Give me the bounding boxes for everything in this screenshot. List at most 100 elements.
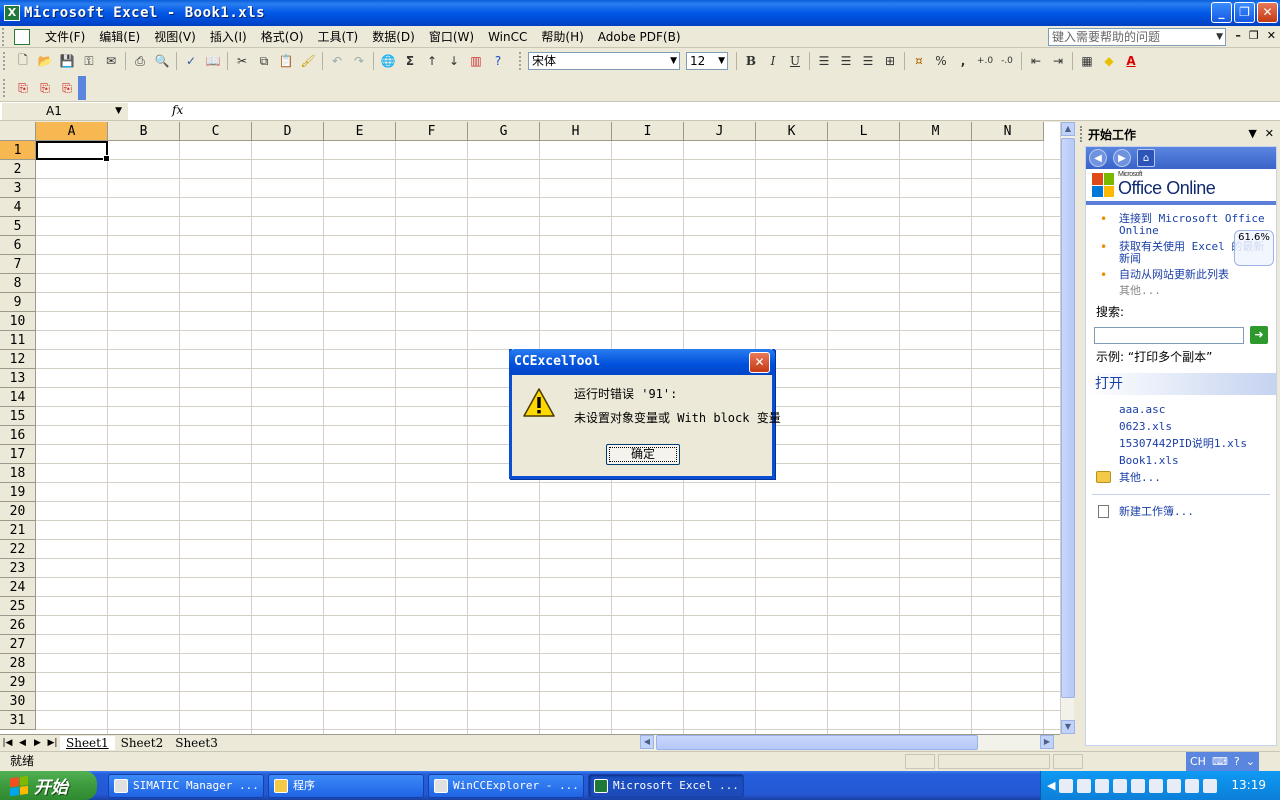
chevron-down-icon[interactable]: ▼: [1216, 29, 1223, 45]
row-header-31[interactable]: 31: [0, 711, 36, 730]
menu-format[interactable]: 格式(O): [254, 28, 311, 45]
horizontal-scroll-thumb[interactable]: [656, 735, 978, 750]
open-more-link[interactable]: 其他...: [1086, 469, 1276, 486]
row-header-22[interactable]: 22: [0, 540, 36, 559]
decrease-decimal-icon[interactable]: -.0: [996, 50, 1018, 72]
prev-sheet-icon[interactable]: ◀: [15, 738, 30, 748]
new-workbook-link[interactable]: 新建工作簿...: [1086, 503, 1276, 520]
menu-file[interactable]: 文件(F): [38, 28, 92, 45]
recent-file-1[interactable]: aaa.asc: [1086, 401, 1276, 418]
forward-icon[interactable]: ▶: [1113, 149, 1131, 167]
link-more[interactable]: 其他...: [1086, 285, 1276, 297]
name-box[interactable]: A1 ▼: [2, 103, 128, 120]
column-header-d[interactable]: D: [252, 122, 324, 141]
dialog-close-button[interactable]: ✕: [749, 352, 770, 373]
print-icon[interactable]: ⎙: [129, 50, 151, 72]
row-header-26[interactable]: 26: [0, 616, 36, 635]
row-header-29[interactable]: 29: [0, 673, 36, 692]
sheet-tab-3[interactable]: Sheet3: [169, 736, 224, 750]
start-button[interactable]: 开始: [0, 771, 97, 800]
clock[interactable]: 13:19: [1231, 778, 1266, 792]
row-header-2[interactable]: 2: [0, 160, 36, 179]
security-icon[interactable]: [1095, 778, 1110, 793]
row-header-25[interactable]: 25: [0, 597, 36, 616]
email-icon[interactable]: ✉: [100, 50, 122, 72]
doc-close-button[interactable]: ✕: [1267, 29, 1276, 42]
select-all-corner[interactable]: [0, 122, 36, 141]
percent-button[interactable]: %: [930, 50, 952, 72]
increase-indent-icon[interactable]: ⇥: [1047, 50, 1069, 72]
chevron-down-icon[interactable]: ▼: [670, 53, 677, 69]
hyperlink-icon[interactable]: 🌐: [377, 50, 399, 72]
fill-color-icon[interactable]: ◆: [1098, 50, 1120, 72]
cut-icon[interactable]: ✂: [231, 50, 253, 72]
back-icon[interactable]: ◀: [1089, 149, 1107, 167]
vertical-scroll-thumb[interactable]: [1061, 138, 1075, 698]
row-header-21[interactable]: 21: [0, 521, 36, 540]
column-header-f[interactable]: F: [396, 122, 468, 141]
recent-file-2[interactable]: 0623.xls: [1086, 418, 1276, 435]
comma-button[interactable]: ,: [952, 50, 974, 72]
borders-icon[interactable]: ▦: [1076, 50, 1098, 72]
row-header-5[interactable]: 5: [0, 217, 36, 236]
format-painter-icon[interactable]: 🖌: [297, 50, 319, 72]
row-header-20[interactable]: 20: [0, 502, 36, 521]
paste-icon[interactable]: 📋: [275, 50, 297, 72]
help-question-input[interactable]: 键入需要帮助的问题 ▼: [1048, 28, 1226, 46]
row-header-9[interactable]: 9: [0, 293, 36, 312]
row-header-7[interactable]: 7: [0, 255, 36, 274]
chart-wizard-icon[interactable]: ▥: [465, 50, 487, 72]
insert-function-icon[interactable]: fx: [172, 103, 183, 117]
title-bar[interactable]: X Microsoft Excel - Book1.xls _ ❐ ✕: [0, 0, 1280, 26]
row-header-6[interactable]: 6: [0, 236, 36, 255]
task-pane-grip[interactable]: [1080, 126, 1083, 142]
bold-button[interactable]: B: [740, 50, 762, 72]
scroll-down-icon[interactable]: ▼: [1061, 720, 1075, 734]
toolbar-grip[interactable]: [3, 52, 9, 70]
tray-app-icon[interactable]: [1185, 778, 1200, 793]
task-programs[interactable]: 程序: [268, 774, 424, 798]
row-header-14[interactable]: 14: [0, 388, 36, 407]
tray-app-icon[interactable]: [1131, 778, 1146, 793]
menu-edit[interactable]: 编辑(E): [92, 28, 147, 45]
search-go-icon[interactable]: ➜: [1250, 326, 1268, 344]
menu-help[interactable]: 帮助(H): [534, 28, 590, 45]
align-left-icon[interactable]: ☰: [813, 50, 835, 72]
row-header-23[interactable]: 23: [0, 559, 36, 578]
toolbar-options-icon[interactable]: [78, 76, 86, 100]
column-header-i[interactable]: I: [612, 122, 684, 141]
column-header-e[interactable]: E: [324, 122, 396, 141]
sort-descending-icon[interactable]: ↓: [443, 50, 465, 72]
column-header-g[interactable]: G: [468, 122, 540, 141]
undo-icon[interactable]: ↶: [326, 50, 348, 72]
spelling-icon[interactable]: ✓: [180, 50, 202, 72]
menu-grip[interactable]: [2, 27, 14, 46]
column-header-c[interactable]: C: [180, 122, 252, 141]
merge-center-icon[interactable]: ⊞: [879, 50, 901, 72]
currency-icon[interactable]: ¤: [908, 50, 930, 72]
row-header-18[interactable]: 18: [0, 464, 36, 483]
row-header-28[interactable]: 28: [0, 654, 36, 673]
dialog-title[interactable]: CCExcelTool: [509, 349, 775, 375]
row-header-4[interactable]: 4: [0, 198, 36, 217]
copy-icon[interactable]: ⧉: [253, 50, 275, 72]
decrease-indent-icon[interactable]: ⇤: [1025, 50, 1047, 72]
font-name-select[interactable]: 宋体 ▼: [528, 52, 680, 70]
menu-tools[interactable]: 工具(T): [311, 28, 366, 45]
sheet-tab-1[interactable]: Sheet1: [60, 736, 115, 750]
active-cell-a1[interactable]: [36, 141, 110, 162]
tray-expand-icon[interactable]: ◀: [1047, 779, 1055, 792]
column-header-h[interactable]: H: [540, 122, 612, 141]
increase-decimal-icon[interactable]: +.0: [974, 50, 996, 72]
italic-button[interactable]: I: [762, 50, 784, 72]
menu-view[interactable]: 视图(V): [147, 28, 203, 45]
toolbar-grip[interactable]: [519, 52, 525, 70]
column-header-a[interactable]: A: [36, 122, 108, 141]
research-icon[interactable]: 📖: [202, 50, 224, 72]
network-icon[interactable]: [1059, 778, 1074, 793]
menu-data[interactable]: 数据(D): [365, 28, 422, 45]
doc-restore-button[interactable]: ❐: [1249, 29, 1259, 42]
save-icon[interactable]: 💾: [56, 50, 78, 72]
open-icon[interactable]: 📂: [34, 50, 56, 72]
tray-app-icon[interactable]: [1149, 778, 1164, 793]
